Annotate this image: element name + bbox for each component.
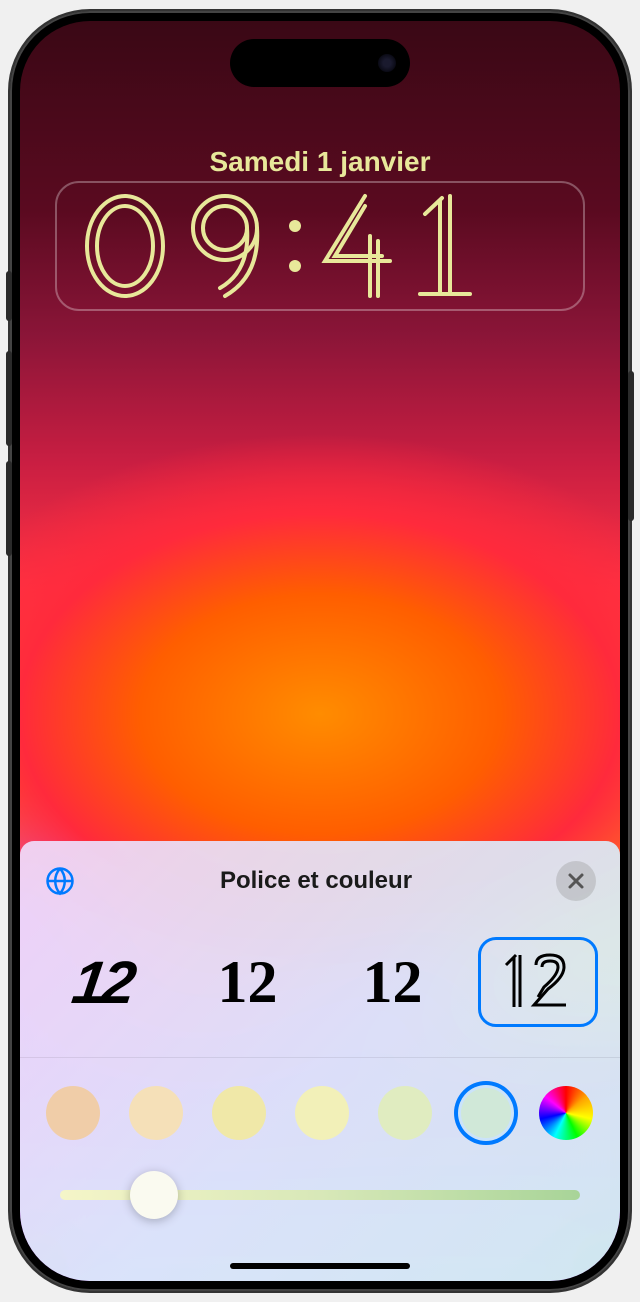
color-swatch-5[interactable] (378, 1086, 432, 1140)
tint-slider[interactable] (60, 1190, 580, 1200)
color-swatch-4[interactable] (295, 1086, 349, 1140)
tint-slider-thumb[interactable] (130, 1171, 178, 1219)
font-color-panel: Police et couleur 12 12 12 (20, 841, 620, 1281)
font-option-serif-black[interactable]: 12 (333, 937, 453, 1027)
font-option-outline-selected[interactable] (478, 937, 598, 1027)
globe-icon[interactable] (44, 865, 76, 897)
color-options-row (20, 1058, 620, 1160)
panel-title: Police et couleur (220, 867, 412, 895)
home-indicator[interactable] (230, 1263, 410, 1269)
font-sample-outline-icon (498, 947, 578, 1017)
color-picker-button[interactable] (539, 1086, 593, 1140)
volume-down-button (6, 461, 12, 556)
color-swatch-6-selected[interactable] (461, 1088, 511, 1138)
color-swatch-3[interactable] (212, 1086, 266, 1140)
clock-time-svg: .tline{fill:none;stroke:#e8e89a;stroke-w… (70, 186, 570, 306)
color-swatch-2[interactable] (129, 1086, 183, 1140)
font-option-stencil[interactable]: 12 (43, 937, 163, 1027)
color-swatch-1[interactable] (46, 1086, 100, 1140)
silence-switch (6, 271, 12, 321)
close-button[interactable] (556, 861, 596, 901)
font-option-serif-bold[interactable]: 12 (188, 937, 308, 1027)
volume-up-button (6, 351, 12, 446)
power-button (628, 371, 634, 521)
dynamic-island (230, 39, 410, 87)
font-options-row: 12 12 12 (20, 917, 620, 1058)
tint-slider-container (20, 1160, 620, 1220)
screen: Samedi 1 janvier .tline{fill:none;stroke… (20, 21, 620, 1281)
clock-frame[interactable]: .tline{fill:none;stroke:#e8e89a;stroke-w… (55, 181, 585, 311)
phone-frame: Samedi 1 janvier .tline{fill:none;stroke… (10, 11, 630, 1291)
lockscreen-date: Samedi 1 janvier (20, 146, 620, 178)
panel-header: Police et couleur (20, 841, 620, 917)
close-icon (567, 872, 585, 890)
